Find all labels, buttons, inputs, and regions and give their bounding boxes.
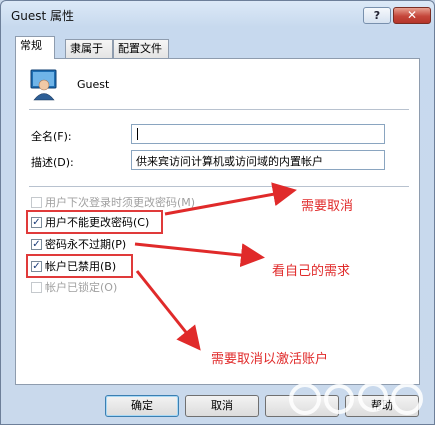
annotation-your-needs: 看自己的需求 xyxy=(272,264,351,279)
tab-general[interactable]: 常规 xyxy=(15,36,55,59)
cancel-button[interactable]: 取消 xyxy=(185,395,259,417)
watermark-logo xyxy=(289,382,423,415)
annotation-cancel-activate: 需要取消以激活账户 xyxy=(211,352,329,367)
annotation-cancel: 需要取消 xyxy=(301,199,354,214)
properties-dialog: Guest 属性 ? ✕ 常规 隶属于 配置文件 Guest 全名(F): 描述… xyxy=(0,0,435,425)
arrow-line xyxy=(134,242,265,268)
ok-button[interactable]: 确定 xyxy=(105,395,179,417)
arrow-line xyxy=(164,182,297,216)
arrow-line xyxy=(135,270,201,351)
